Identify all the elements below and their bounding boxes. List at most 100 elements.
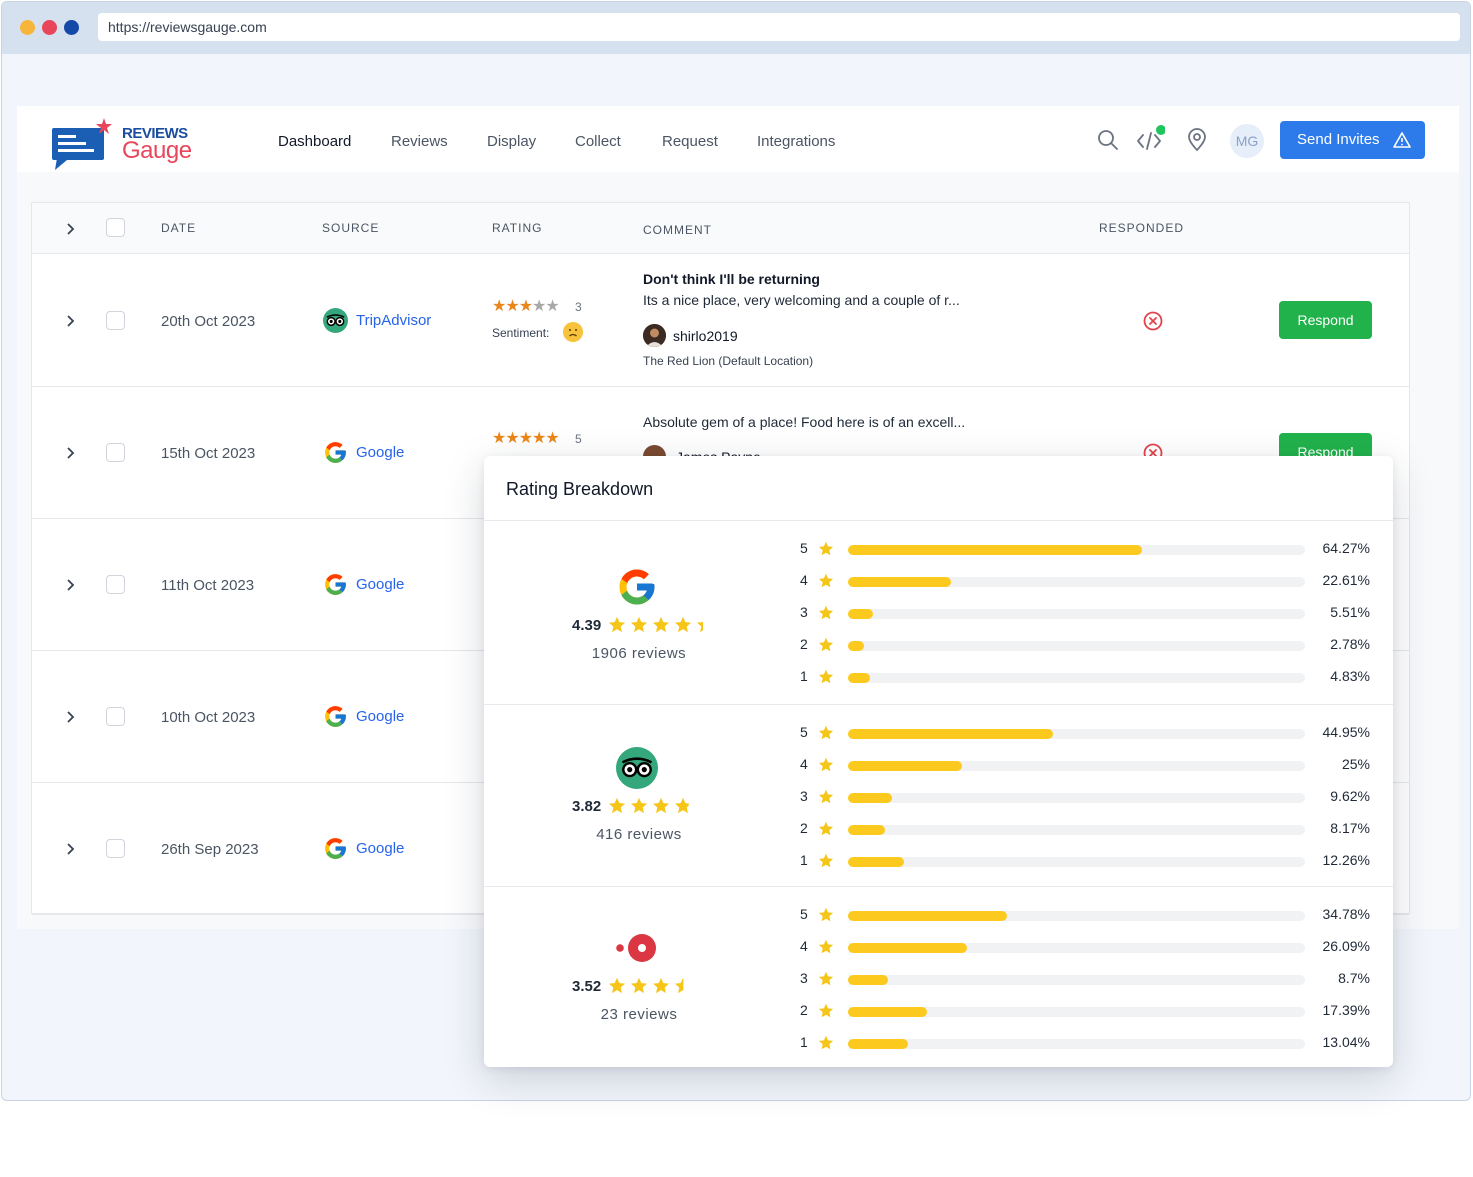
popup-title: Rating Breakdown (506, 479, 654, 499)
breakdown-row: 3 9.62% (800, 788, 1370, 808)
table-row[interactable]: 20th Oct 2023 TripAdvisor ★★★★★ 3 Sentim… (32, 255, 1409, 387)
breakdown-row: 1 12.26% (800, 852, 1370, 872)
breakdown-bar-track (848, 911, 1305, 921)
breakdown-percentage: 8.7% (1338, 970, 1370, 986)
breakdown-bar-fill (848, 1007, 928, 1017)
row-checkbox[interactable] (106, 707, 125, 726)
header-date[interactable]: DATE (161, 221, 196, 235)
platform-review-count: 1906 reviews (591, 645, 687, 662)
expand-all-chevron-icon[interactable] (63, 222, 77, 236)
reviewer-name: shirlo2019 (673, 328, 738, 344)
row-checkbox[interactable] (106, 311, 125, 330)
reviewsgauge-logo[interactable]: REVIEWS Gauge (51, 114, 201, 170)
code-icon[interactable] (1135, 124, 1166, 154)
location-pin-icon[interactable] (1185, 128, 1209, 152)
row-checkbox[interactable] (106, 575, 125, 594)
row-expand-chevron-icon[interactable] (63, 578, 77, 592)
review-date: 11th Oct 2023 (161, 577, 255, 594)
breakdown-star-level: 5 (800, 906, 808, 922)
header-responded[interactable]: RESPONDED (1099, 221, 1184, 235)
nav-integrations[interactable]: Integrations (757, 133, 835, 150)
send-invites-button[interactable]: Send Invites (1280, 121, 1425, 159)
header-source[interactable]: SOURCE (322, 221, 379, 235)
nav-dashboard[interactable]: Dashboard (278, 133, 351, 150)
user-avatar[interactable]: MG (1230, 124, 1264, 158)
top-nav: REVIEWS Gauge Dashboard Reviews Display … (17, 106, 1459, 172)
comment-title: Don't think I'll be returning (643, 271, 820, 287)
row-checkbox[interactable] (106, 443, 125, 462)
star-icon (818, 939, 834, 954)
url-bar[interactable]: https://reviewsgauge.com (98, 13, 1460, 41)
breakdown-bar-fill (848, 857, 905, 867)
star-icon (631, 977, 647, 994)
header-rating[interactable]: RATING (492, 221, 542, 235)
source-tripadvisor[interactable]: TripAdvisor (323, 308, 431, 334)
breakdown-bar-track (848, 857, 1305, 867)
close-button[interactable] (42, 20, 57, 35)
source-google[interactable]: Google (323, 836, 404, 862)
row-checkbox[interactable] (106, 839, 125, 858)
star-icon (609, 977, 625, 994)
respond-button[interactable]: Respond (1279, 301, 1372, 339)
breakdown-bar-track (848, 641, 1305, 651)
search-icon[interactable] (1096, 128, 1120, 152)
row-expand-chevron-icon[interactable] (63, 446, 77, 460)
rating-stars: ★★★★★ (492, 430, 560, 447)
breakdown-bar-track (848, 975, 1305, 985)
breakdown-bar-fill (848, 577, 952, 587)
nav-collect[interactable]: Collect (575, 133, 621, 150)
breakdown-percentage: 9.62% (1330, 788, 1370, 804)
tripadvisor-icon (616, 747, 658, 789)
source-google[interactable]: Google (323, 572, 404, 598)
breakdown-bar-track (848, 729, 1305, 739)
star-icon (653, 797, 669, 814)
breakdown-percentage: 5.51% (1330, 604, 1370, 620)
maximize-button[interactable] (64, 20, 79, 35)
star-icon (818, 789, 834, 804)
source-google[interactable]: Google (323, 704, 404, 730)
source-label: TripAdvisor (356, 312, 432, 329)
star-icon (609, 616, 625, 633)
nav-reviews[interactable]: Reviews (391, 133, 448, 150)
star-icon (818, 725, 834, 740)
rating-breakdown-popup: Rating Breakdown 4.39 1906 reviews 5 64.2… (484, 456, 1393, 1067)
breakdown-star-level: 2 (800, 820, 808, 836)
review-date: 26th Sep 2023 (161, 841, 259, 858)
select-all-checkbox[interactable] (106, 218, 125, 237)
minimize-button[interactable] (20, 20, 35, 35)
star-icon (653, 977, 669, 994)
breakdown-percentage: 44.95% (1322, 724, 1370, 740)
breakdown-row: 5 64.27% (800, 540, 1370, 560)
nav-request[interactable]: Request (662, 133, 718, 150)
platform-score: 3.82 (572, 798, 602, 815)
breakdown-star-level: 2 (800, 636, 808, 652)
row-expand-chevron-icon[interactable] (63, 314, 77, 328)
star-icon (818, 669, 834, 684)
breakdown-bar-track (848, 545, 1305, 555)
row-expand-chevron-icon[interactable] (63, 710, 77, 724)
star-icon (631, 616, 647, 633)
source-google[interactable]: Google (323, 440, 404, 466)
review-location: The Red Lion (Default Location) (643, 354, 814, 368)
star-icon (818, 821, 834, 836)
breakdown-row: 1 13.04% (800, 1034, 1370, 1054)
breakdown-star-level: 1 (800, 668, 808, 684)
platform-tripadvisor: 3.82 416 reviews 5 44.95% 4 25% 3 9.62% 2 8.17%… (484, 705, 1393, 885)
breakdown-percentage: 8.17% (1330, 820, 1370, 836)
breakdown-bar-track (848, 943, 1305, 953)
breakdown-percentage: 12.26% (1322, 852, 1370, 868)
breakdown-row: 4 22.61% (800, 572, 1370, 592)
nav-display[interactable]: Display (487, 133, 536, 150)
logo-text-gauge: Gauge (122, 137, 192, 164)
source-label: Google (356, 444, 405, 461)
breakdown-percentage: 4.83% (1330, 668, 1370, 684)
breakdown-row: 3 5.51% (800, 604, 1370, 624)
breakdown-star-level: 1 (800, 852, 808, 868)
breakdown-bar-fill (848, 825, 886, 835)
breakdown-bar-track (848, 577, 1305, 587)
google-icon (325, 442, 346, 463)
review-date: 20th Oct 2023 (161, 313, 256, 330)
google-icon (325, 706, 346, 727)
row-expand-chevron-icon[interactable] (63, 842, 77, 856)
google-icon (325, 574, 346, 595)
